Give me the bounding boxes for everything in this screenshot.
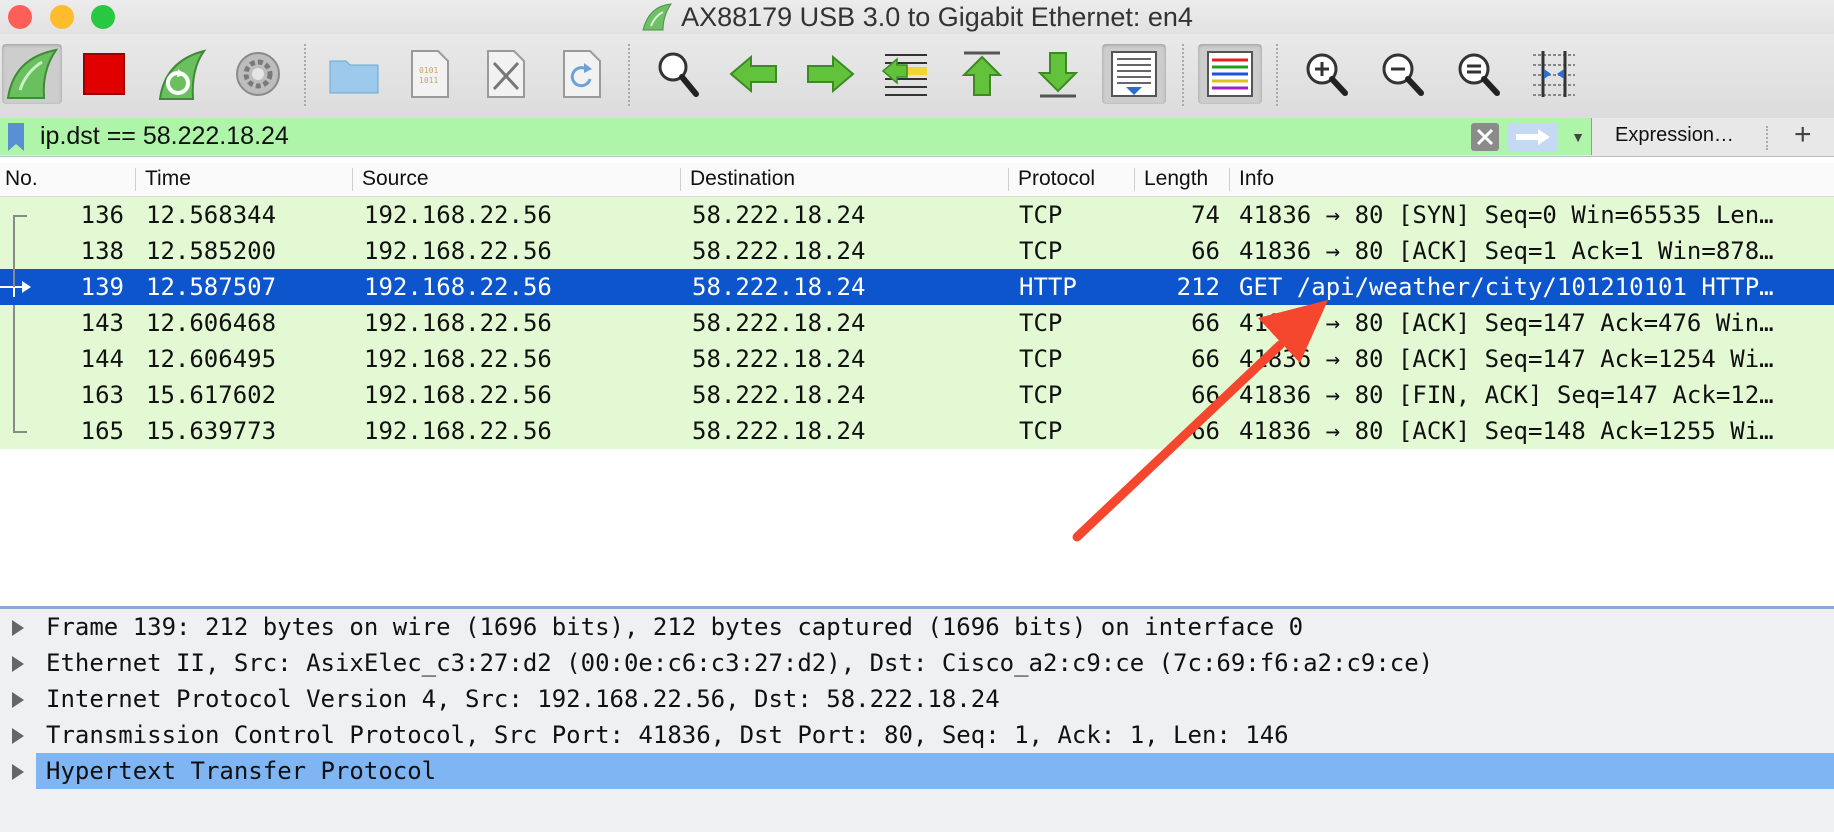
red-arrow-icon <box>1072 300 1328 542</box>
